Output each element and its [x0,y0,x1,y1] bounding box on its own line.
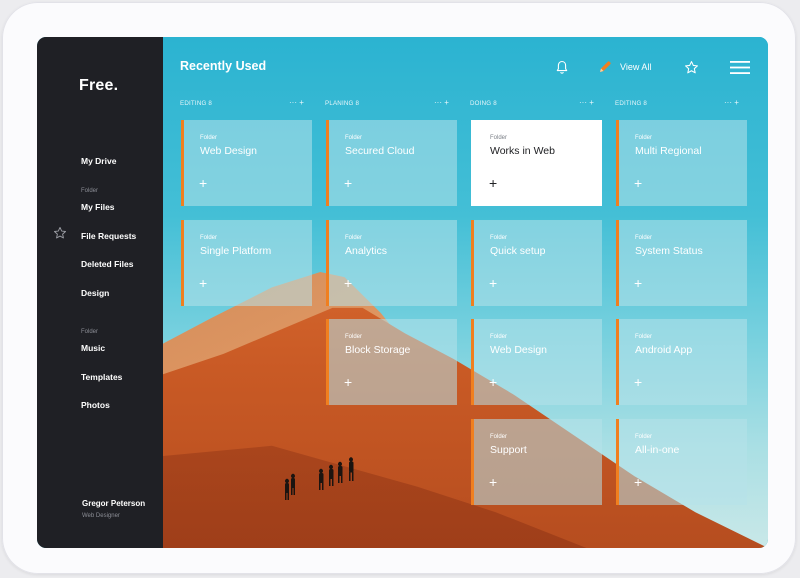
folder-card[interactable]: Folder Android App + [616,319,747,405]
column-header-editing: EDITING 8 [180,100,213,107]
sidebar-item-my-files[interactable]: My Files [81,202,115,212]
sidebar-item-file-requests[interactable]: File Requests [81,231,136,241]
card-title: Android App [635,344,693,356]
sidebar: Free. My Drive Folder My Files File Requ… [37,37,163,548]
folder-card[interactable]: Folder Secured Cloud + [326,120,457,206]
card-type: Folder [635,235,653,241]
card-title: Block Storage [345,344,411,356]
card-type: Folder [345,135,363,141]
add-icon[interactable]: + [634,475,642,489]
main-panel: Recently Used View All EDITING 8 ··· + P [163,37,768,548]
card-title: Secured Cloud [345,145,415,157]
column-header-doing: DOING 8 [470,100,497,107]
card-type: Folder [635,434,653,440]
folder-card[interactable]: Folder Multi Regional + [616,120,747,206]
card-type: Folder [345,334,363,340]
card-type: Folder [490,334,508,340]
user-name[interactable]: Gregor Peterson [82,499,145,508]
add-icon[interactable]: + [344,176,352,190]
view-all-link[interactable]: View All [620,62,651,72]
sidebar-item-design[interactable]: Design [81,288,109,298]
card-title: Single Platform [200,245,272,257]
add-icon[interactable]: + [489,475,497,489]
card-type: Folder [635,334,653,340]
folder-card[interactable]: Folder Web Design + [471,319,602,405]
column-actions[interactable]: ··· + [434,98,449,107]
add-icon[interactable]: + [634,276,642,290]
folder-card-selected[interactable]: Folder Works in Web + [471,120,602,206]
add-icon[interactable]: + [489,276,497,290]
folder-card[interactable]: Folder Analytics + [326,220,457,306]
sidebar-item-deleted-files[interactable]: Deleted Files [81,259,133,269]
bell-icon[interactable] [556,60,568,75]
folder-card[interactable]: Folder Quick setup + [471,220,602,306]
add-icon[interactable]: + [344,276,352,290]
card-type: Folder [200,235,218,241]
card-title: Multi Regional [635,145,702,157]
app-logo: Free. [79,77,119,94]
add-icon[interactable]: + [199,276,207,290]
card-type: Folder [490,434,508,440]
star-icon[interactable] [684,60,699,75]
card-title: Analytics [345,245,388,257]
sidebar-item-my-drive[interactable]: My Drive [81,156,116,166]
sidebar-item-my-files-caption: Folder [81,188,99,194]
menu-icon[interactable] [730,60,750,75]
card-title: Web Design [200,145,258,157]
add-icon[interactable]: + [634,375,642,389]
column-header-editing-2: EDITING 8 [615,100,648,107]
page-title: Recently Used [180,59,267,73]
folder-card[interactable]: Folder All-in-one + [616,419,747,505]
folder-card[interactable]: Folder Single Platform + [181,220,312,306]
add-icon[interactable]: + [344,375,352,389]
card-title: Support [490,444,527,456]
sidebar-item-music-caption: Folder [81,329,99,335]
column-actions[interactable]: ··· + [289,98,304,107]
user-role: Web Designer [82,513,120,519]
folder-card[interactable]: Folder Web Design + [181,120,312,206]
app-screen: Free. My Drive Folder My Files File Requ… [37,37,768,548]
add-icon[interactable]: + [489,375,497,389]
card-title: Quick setup [490,245,546,257]
card-title: System Status [635,245,703,257]
sidebar-item-photos[interactable]: Photos [81,400,110,410]
card-type: Folder [345,235,363,241]
card-title: Works in Web [490,145,555,157]
folder-card[interactable]: Folder System Status + [616,220,747,306]
add-icon[interactable]: + [634,176,642,190]
sidebar-item-templates[interactable]: Templates [81,372,122,382]
star-icon[interactable] [53,226,67,240]
card-type: Folder [200,135,218,141]
column-actions[interactable]: ··· + [724,98,739,107]
card-type: Folder [490,235,508,241]
sidebar-item-music[interactable]: Music [81,343,105,353]
add-icon[interactable]: + [489,176,497,190]
folder-card[interactable]: Folder Block Storage + [326,319,457,405]
hikers-silhouette [285,457,354,500]
card-title: All-in-one [635,444,680,456]
folder-card[interactable]: Folder Support + [471,419,602,505]
tablet-frame: Free. My Drive Folder My Files File Requ… [2,2,796,574]
column-header-planing: PLANING 8 [325,100,360,107]
card-type: Folder [635,135,653,141]
add-icon[interactable]: + [199,176,207,190]
card-type: Folder [490,135,508,141]
pencil-icon[interactable] [598,60,612,74]
column-actions[interactable]: ··· + [579,98,594,107]
card-title: Web Design [490,344,548,356]
